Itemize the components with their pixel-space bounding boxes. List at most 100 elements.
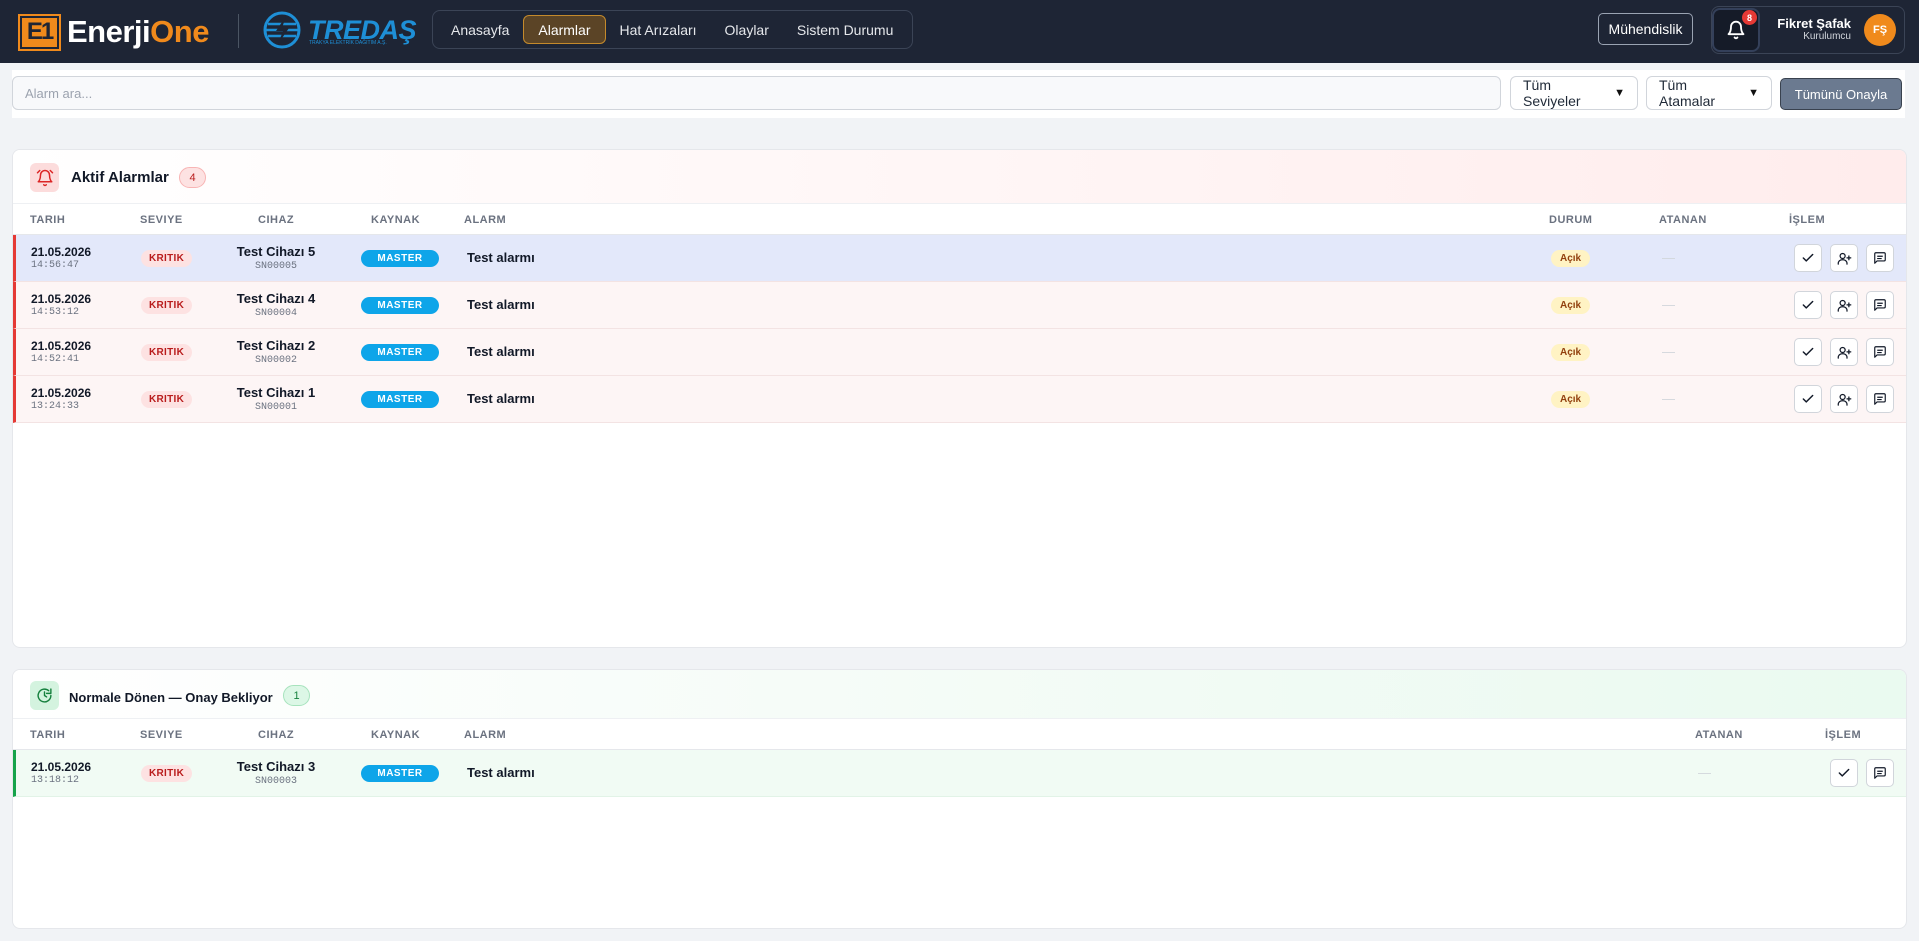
assign-user-button[interactable] — [1830, 244, 1858, 272]
row-date: 21.05.2026 — [31, 292, 92, 306]
acknowledge-button[interactable] — [1830, 759, 1858, 787]
assign-user-button[interactable] — [1830, 385, 1858, 413]
col-assignee: ATANAN — [1659, 214, 1707, 226]
chevron-down-icon: ▼ — [1748, 87, 1759, 99]
assignee-select[interactable]: Tüm Atamalar ▼ — [1646, 76, 1772, 110]
row-date: 21.05.2026 — [31, 386, 92, 400]
nav-anasayfa[interactable]: Anasayfa — [437, 15, 523, 44]
logo-word-orange: One — [150, 14, 209, 49]
assign-user-button[interactable] — [1830, 338, 1858, 366]
level-select-value: Tüm Seviyeler — [1523, 77, 1581, 109]
source-badge: MASTER — [361, 765, 439, 782]
comment-icon — [1874, 346, 1886, 358]
chevron-down-icon: ▼ — [1614, 87, 1625, 99]
col-source: KAYNAK — [371, 214, 421, 226]
check-icon — [1838, 768, 1850, 777]
check-icon — [1802, 347, 1814, 356]
row-time: 14:56:47 — [31, 260, 80, 271]
level-badge: KRITIK — [141, 297, 193, 314]
col-level: SEVIYE — [140, 214, 183, 226]
col-alarm: ALARM — [464, 214, 507, 226]
table-row[interactable]: 21.05.2026 14:53:12 KRITIK Test Cihazı 4… — [13, 282, 1906, 329]
source-badge: MASTER — [361, 250, 439, 267]
col-device: CIHAZ — [258, 214, 295, 226]
col-action: İŞLEM — [1825, 729, 1862, 741]
comment-button[interactable] — [1866, 385, 1894, 413]
device-name: Test Cihazı 1 — [236, 385, 316, 400]
status-badge: Açık — [1551, 344, 1591, 361]
table-row[interactable]: 21.05.2026 13:18:12 KRITIK Test Cihazı 3… — [13, 750, 1906, 797]
active-alarms-header: Aktif Alarmlar 4 — [13, 150, 1906, 204]
nav-sistem-durumu[interactable]: Sistem Durumu — [783, 15, 907, 44]
acknowledge-button[interactable] — [1794, 385, 1822, 413]
main-nav: Anasayfa Alarmlar Hat Arızaları Olaylar … — [432, 10, 913, 49]
user-role: Kurulumcu — [1803, 31, 1851, 42]
status-badge: Açık — [1551, 391, 1591, 408]
check-icon — [1802, 253, 1814, 262]
active-count-badge: 4 — [179, 167, 206, 188]
tredas-emblem-icon — [263, 11, 301, 49]
table-row[interactable]: 21.05.2026 14:52:41 KRITIK Test Cihazı 2… — [13, 329, 1906, 376]
logo-mark: E1 — [18, 13, 61, 51]
row-date: 21.05.2026 — [31, 339, 92, 353]
row-date: 21.05.2026 — [31, 760, 92, 774]
alarm-text: Test alarmı — [467, 297, 535, 312]
alarm-search-input[interactable] — [12, 76, 1501, 110]
alarm-text: Test alarmı — [467, 250, 535, 265]
tredas-logo: TREDAŞ TRAKYA ELEKTRİK DAĞITIM A.Ş. — [262, 10, 417, 50]
alarm-text: Test alarmı — [467, 765, 535, 780]
active-alarms-panel: Aktif Alarmlar 4 TARIH SEVIYE CIHAZ KAYN… — [12, 149, 1907, 648]
level-select[interactable]: Tüm Seviyeler ▼ — [1510, 76, 1638, 110]
comment-icon — [1874, 393, 1886, 405]
comment-icon — [1874, 767, 1886, 779]
source-badge: MASTER — [361, 391, 439, 408]
col-date: TARIH — [30, 214, 66, 226]
approve-all-button[interactable]: Tümünü Onayla — [1780, 78, 1902, 110]
comment-button[interactable] — [1866, 759, 1894, 787]
role-button[interactable]: Mühendislik — [1598, 13, 1693, 45]
comment-button[interactable] — [1866, 338, 1894, 366]
comment-button[interactable] — [1866, 244, 1894, 272]
col-date: TARIH — [30, 729, 66, 741]
col-status: DURUM — [1549, 214, 1593, 226]
avatar[interactable]: FŞ — [1864, 14, 1896, 46]
comment-button[interactable] — [1866, 291, 1894, 319]
acknowledge-button[interactable] — [1794, 291, 1822, 319]
col-level: SEVIYE — [140, 729, 183, 741]
enerjione-logo[interactable]: E1 EnerjiOne — [18, 13, 209, 51]
acknowledge-button[interactable] — [1794, 244, 1822, 272]
user-name[interactable]: Fikret Şafak — [1777, 16, 1851, 31]
check-icon — [1802, 300, 1814, 309]
assignee-select-value: Tüm Atamalar — [1659, 77, 1716, 109]
nav-hat-arizalari[interactable]: Hat Arızaları — [606, 15, 711, 44]
device-name: Test Cihazı 2 — [236, 338, 316, 353]
bell-icon — [1727, 20, 1745, 40]
row-time: 13:18:12 — [31, 775, 80, 786]
user-plus-icon — [1837, 346, 1851, 359]
assign-user-button[interactable] — [1830, 291, 1858, 319]
nav-olaylar[interactable]: Olaylar — [711, 15, 783, 44]
device-serial: SN00001 — [254, 402, 297, 413]
table-row[interactable]: 21.05.2026 14:56:47 KRITIK Test Cihazı 5… — [13, 235, 1906, 282]
level-badge: KRITIK — [141, 391, 193, 408]
nav-alarmlar[interactable]: Alarmlar — [523, 15, 606, 44]
acknowledge-button[interactable] — [1794, 338, 1822, 366]
assignee-value: — — [1662, 250, 1675, 265]
level-badge: KRITIK — [141, 344, 193, 361]
assignee-value: — — [1698, 765, 1711, 780]
clock-check-icon — [30, 681, 59, 710]
col-source: KAYNAK — [371, 729, 421, 741]
tredas-subtitle: TRAKYA ELEKTRİK DAĞITIM A.Ş. — [309, 40, 387, 46]
device-serial: SN00002 — [254, 355, 297, 366]
logo-wordmark: EnerjiOne — [67, 14, 209, 50]
source-badge: MASTER — [361, 297, 439, 314]
user-plus-icon — [1837, 393, 1851, 406]
row-time: 14:53:12 — [31, 307, 80, 318]
table-row[interactable]: 21.05.2026 13:24:33 KRITIK Test Cihazı 1… — [13, 376, 1906, 423]
col-alarm: ALARM — [464, 729, 507, 741]
row-date: 21.05.2026 — [31, 245, 92, 259]
col-action: İŞLEM — [1789, 214, 1826, 226]
assignee-value: — — [1662, 297, 1675, 312]
device-name: Test Cihazı 4 — [236, 291, 316, 306]
alarm-bell-icon — [30, 163, 59, 192]
